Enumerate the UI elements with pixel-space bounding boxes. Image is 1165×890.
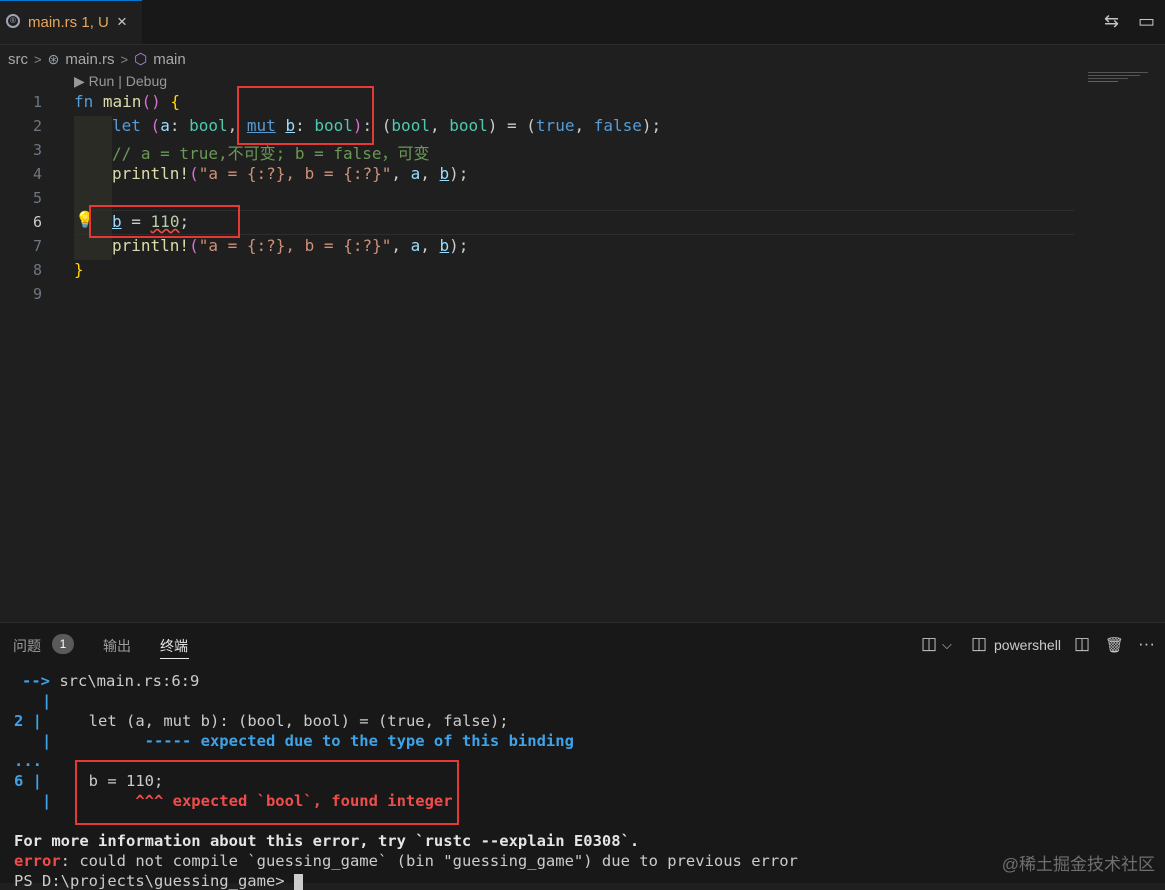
annotation-box-error <box>75 760 459 825</box>
terminal-line: For more information about this error, t… <box>14 832 640 850</box>
tab-title: main.rs 1, U <box>28 14 109 31</box>
chevron-down-icon[interactable]: ⌵ <box>942 637 952 653</box>
split-editor-icon[interactable]: ▭ <box>1138 11 1155 32</box>
close-icon[interactable]: × <box>117 12 127 32</box>
symbol-method-icon: ⬡ <box>134 51 148 68</box>
terminal-line: 2 | let (a, mut b): (bool, bool) = (true… <box>14 712 509 730</box>
line-number: 1 <box>32 93 42 111</box>
line-number: 5 <box>32 189 42 207</box>
terminal-prompt[interactable]: PS D:\projects\guessing_game> <box>14 872 303 890</box>
line-number: 6 <box>32 213 42 231</box>
line-number: 4 <box>32 165 42 183</box>
code-line-2[interactable]: let (a: bool, mut b: bool): (bool, bool)… <box>112 116 661 135</box>
terminal-icon: ◫ <box>971 634 988 653</box>
terminal-line: --> src\main.rs:6:9 <box>22 672 200 690</box>
more-actions-icon[interactable]: ··· <box>1138 634 1155 654</box>
code-line-7[interactable]: println!("a = {:?}, b = {:?}", a, b); <box>112 236 468 255</box>
breadcrumb-symbol[interactable]: main <box>153 51 186 68</box>
trash-icon[interactable]: 🗑 <box>1105 636 1124 654</box>
annotation-box-assign <box>89 205 240 238</box>
compare-changes-icon[interactable]: ⇆ <box>1104 11 1119 32</box>
indent-highlight <box>74 116 112 260</box>
breadcrumb-file[interactable]: main.rs <box>65 51 114 68</box>
line-number: 9 <box>32 285 42 303</box>
codelens-run-debug[interactable]: ▶ Run | Debug <box>74 73 167 90</box>
terminal-line: | ----- expected due to the type of this… <box>14 732 574 750</box>
code-line-8[interactable]: } <box>74 260 84 279</box>
code-line-4[interactable]: println!("a = {:?}, b = {:?}", a, b); <box>112 164 468 183</box>
rust-file-icon: ⊛ <box>47 50 60 67</box>
chevron-right-icon: > <box>34 51 42 67</box>
minimap[interactable] <box>1088 70 1158 88</box>
terminal-shell-label[interactable]: powershell <box>994 637 1061 653</box>
line-number: 7 <box>32 237 42 255</box>
tab-problems[interactable]: 问题 <box>13 636 41 656</box>
tab-output[interactable]: 输出 <box>103 636 131 656</box>
problems-count-badge: 1 <box>52 634 74 654</box>
breadcrumb: src > ⊛ main.rs > ⬡ main <box>8 48 186 70</box>
annotation-box-mut-b <box>237 86 374 145</box>
rust-file-icon: ® <box>6 14 20 28</box>
terminal-line: | <box>14 692 52 710</box>
line-number: 8 <box>32 261 42 279</box>
terminal-line: ... <box>14 752 42 770</box>
terminal-line: error: could not compile `guessing_game`… <box>14 852 798 870</box>
active-tab-indicator <box>160 658 189 659</box>
line-number: 2 <box>32 117 42 135</box>
tab-terminal[interactable]: 终端 <box>160 636 188 656</box>
watermark: @稀土掘金技术社区 <box>1001 855 1155 874</box>
new-terminal-layout-icon[interactable]: ◫ <box>921 634 937 654</box>
tab-main-rs[interactable]: ® main.rs 1, U × <box>0 0 142 44</box>
editor-tab-bar: ® main.rs 1, U × ⇆ ▭ <box>0 0 1165 45</box>
breadcrumb-folder[interactable]: src <box>8 51 28 68</box>
split-terminal-icon[interactable]: ◫ <box>1074 634 1090 654</box>
chevron-right-icon: > <box>120 51 129 67</box>
code-line-1[interactable]: fn main() { <box>74 92 180 111</box>
line-number: 3 <box>32 141 42 159</box>
